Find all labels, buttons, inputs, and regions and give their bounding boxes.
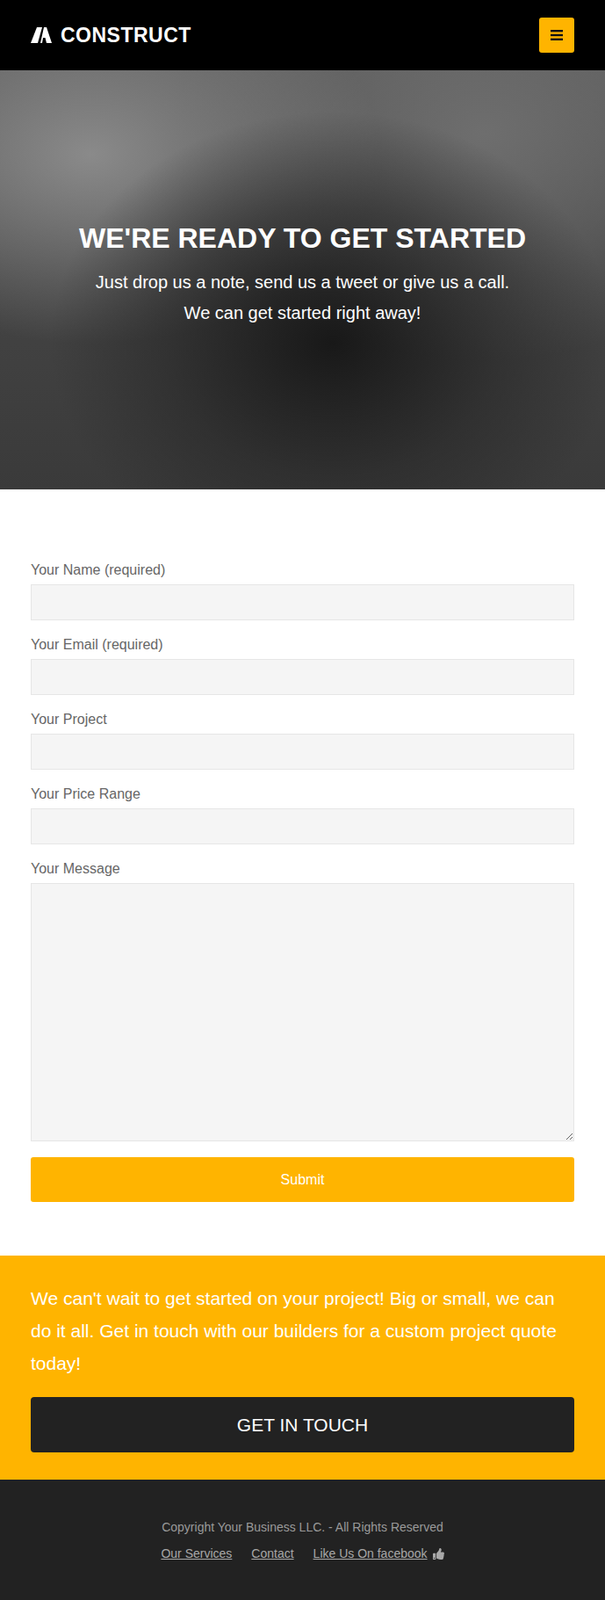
hero-subtitle: Just drop us a note, send us a tweet or … xyxy=(95,266,510,298)
header: CONSTRUCT xyxy=(0,0,605,71)
footer: Copyright Your Business LLC. - All Right… xyxy=(0,1478,605,1599)
cta-section: We can't wait to get started on your pro… xyxy=(0,1254,605,1479)
footer-link[interactable]: Like Us On facebook xyxy=(313,1545,445,1560)
contact-form: Your Name (required) Your Email (required… xyxy=(0,489,605,1255)
field-label: Your Name (required) xyxy=(30,561,575,579)
form-field: Your Price Range xyxy=(30,785,575,844)
logo[interactable]: CONSTRUCT xyxy=(30,23,192,48)
footer-links: Our Services Contact Like Us On facebook xyxy=(160,1545,444,1560)
text-input[interactable] xyxy=(30,658,575,695)
footer-link[interactable]: Our Services xyxy=(160,1545,232,1560)
form-field: Your Name (required) xyxy=(30,561,575,620)
hero: WE'RE READY TO GET STARTED Just drop us a… xyxy=(0,70,605,490)
field-label: Your Message xyxy=(30,859,575,878)
logo-text: CONSTRUCT xyxy=(60,23,192,48)
text-input[interactable] xyxy=(30,807,575,844)
text-input[interactable] xyxy=(30,583,575,620)
hero-subtitle: We can get started right away! xyxy=(184,297,422,329)
footer-link[interactable]: Contact xyxy=(251,1545,294,1560)
form-field: Your Project xyxy=(30,710,575,770)
hero-title: WE'RE READY TO GET STARTED xyxy=(79,221,526,255)
cta-text: We can't wait to get started on your pro… xyxy=(30,1281,575,1379)
thumbs-up-icon xyxy=(432,1547,445,1559)
submit-button[interactable]: Submit xyxy=(30,1156,575,1202)
form-field: Your Message xyxy=(30,859,575,1141)
text-input[interactable] xyxy=(30,733,575,770)
get-in-touch-button[interactable]: GET IN TOUCH xyxy=(30,1396,575,1452)
logo-icon xyxy=(30,27,52,44)
menu-button[interactable] xyxy=(539,17,575,53)
field-label: Your Price Range xyxy=(30,785,575,803)
menu-icon xyxy=(550,29,563,41)
page: CONSTRUCT WE'RE READY TO GET STARTED Just … xyxy=(0,0,605,1599)
form-field: Your Email (required) xyxy=(30,635,575,695)
field-label: Your Project xyxy=(30,710,575,728)
field-label: Your Email (required) xyxy=(30,635,575,654)
message-textarea[interactable] xyxy=(30,882,575,1141)
copyright: Copyright Your Business LLC. - All Right… xyxy=(161,1519,444,1534)
